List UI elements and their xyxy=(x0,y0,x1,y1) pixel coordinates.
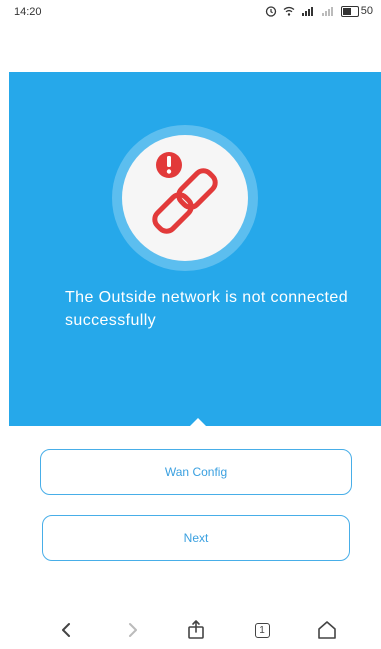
wan-config-button[interactable]: Wan Config xyxy=(40,449,352,495)
signal-icon xyxy=(301,7,313,16)
battery-icon: 50 xyxy=(340,5,373,17)
browser-bottom-nav: 1 xyxy=(0,612,381,649)
home-icon[interactable] xyxy=(315,618,339,642)
share-icon[interactable] xyxy=(184,618,208,642)
forward-icon[interactable] xyxy=(120,618,144,642)
next-button[interactable]: Next xyxy=(42,515,350,561)
status-hero-panel: The Outside network is not connected suc… xyxy=(9,72,381,426)
tabs-icon[interactable]: 1 xyxy=(250,618,274,642)
signal-icon-2 xyxy=(321,7,333,16)
broken-link-error-icon xyxy=(152,152,218,234)
battery-cell xyxy=(340,5,359,17)
status-bar: 14:20 50 xyxy=(0,0,381,26)
status-time: 14:20 xyxy=(14,6,42,18)
back-icon[interactable] xyxy=(55,618,79,642)
wifi-icon xyxy=(283,6,295,16)
tab-count: 1 xyxy=(254,622,270,638)
battery-level: 50 xyxy=(360,5,373,17)
status-icons: 50 xyxy=(265,5,373,17)
alarm-icon xyxy=(265,6,276,17)
connection-error-message: The Outside network is not connected suc… xyxy=(65,289,348,329)
hero-caret xyxy=(190,418,206,426)
